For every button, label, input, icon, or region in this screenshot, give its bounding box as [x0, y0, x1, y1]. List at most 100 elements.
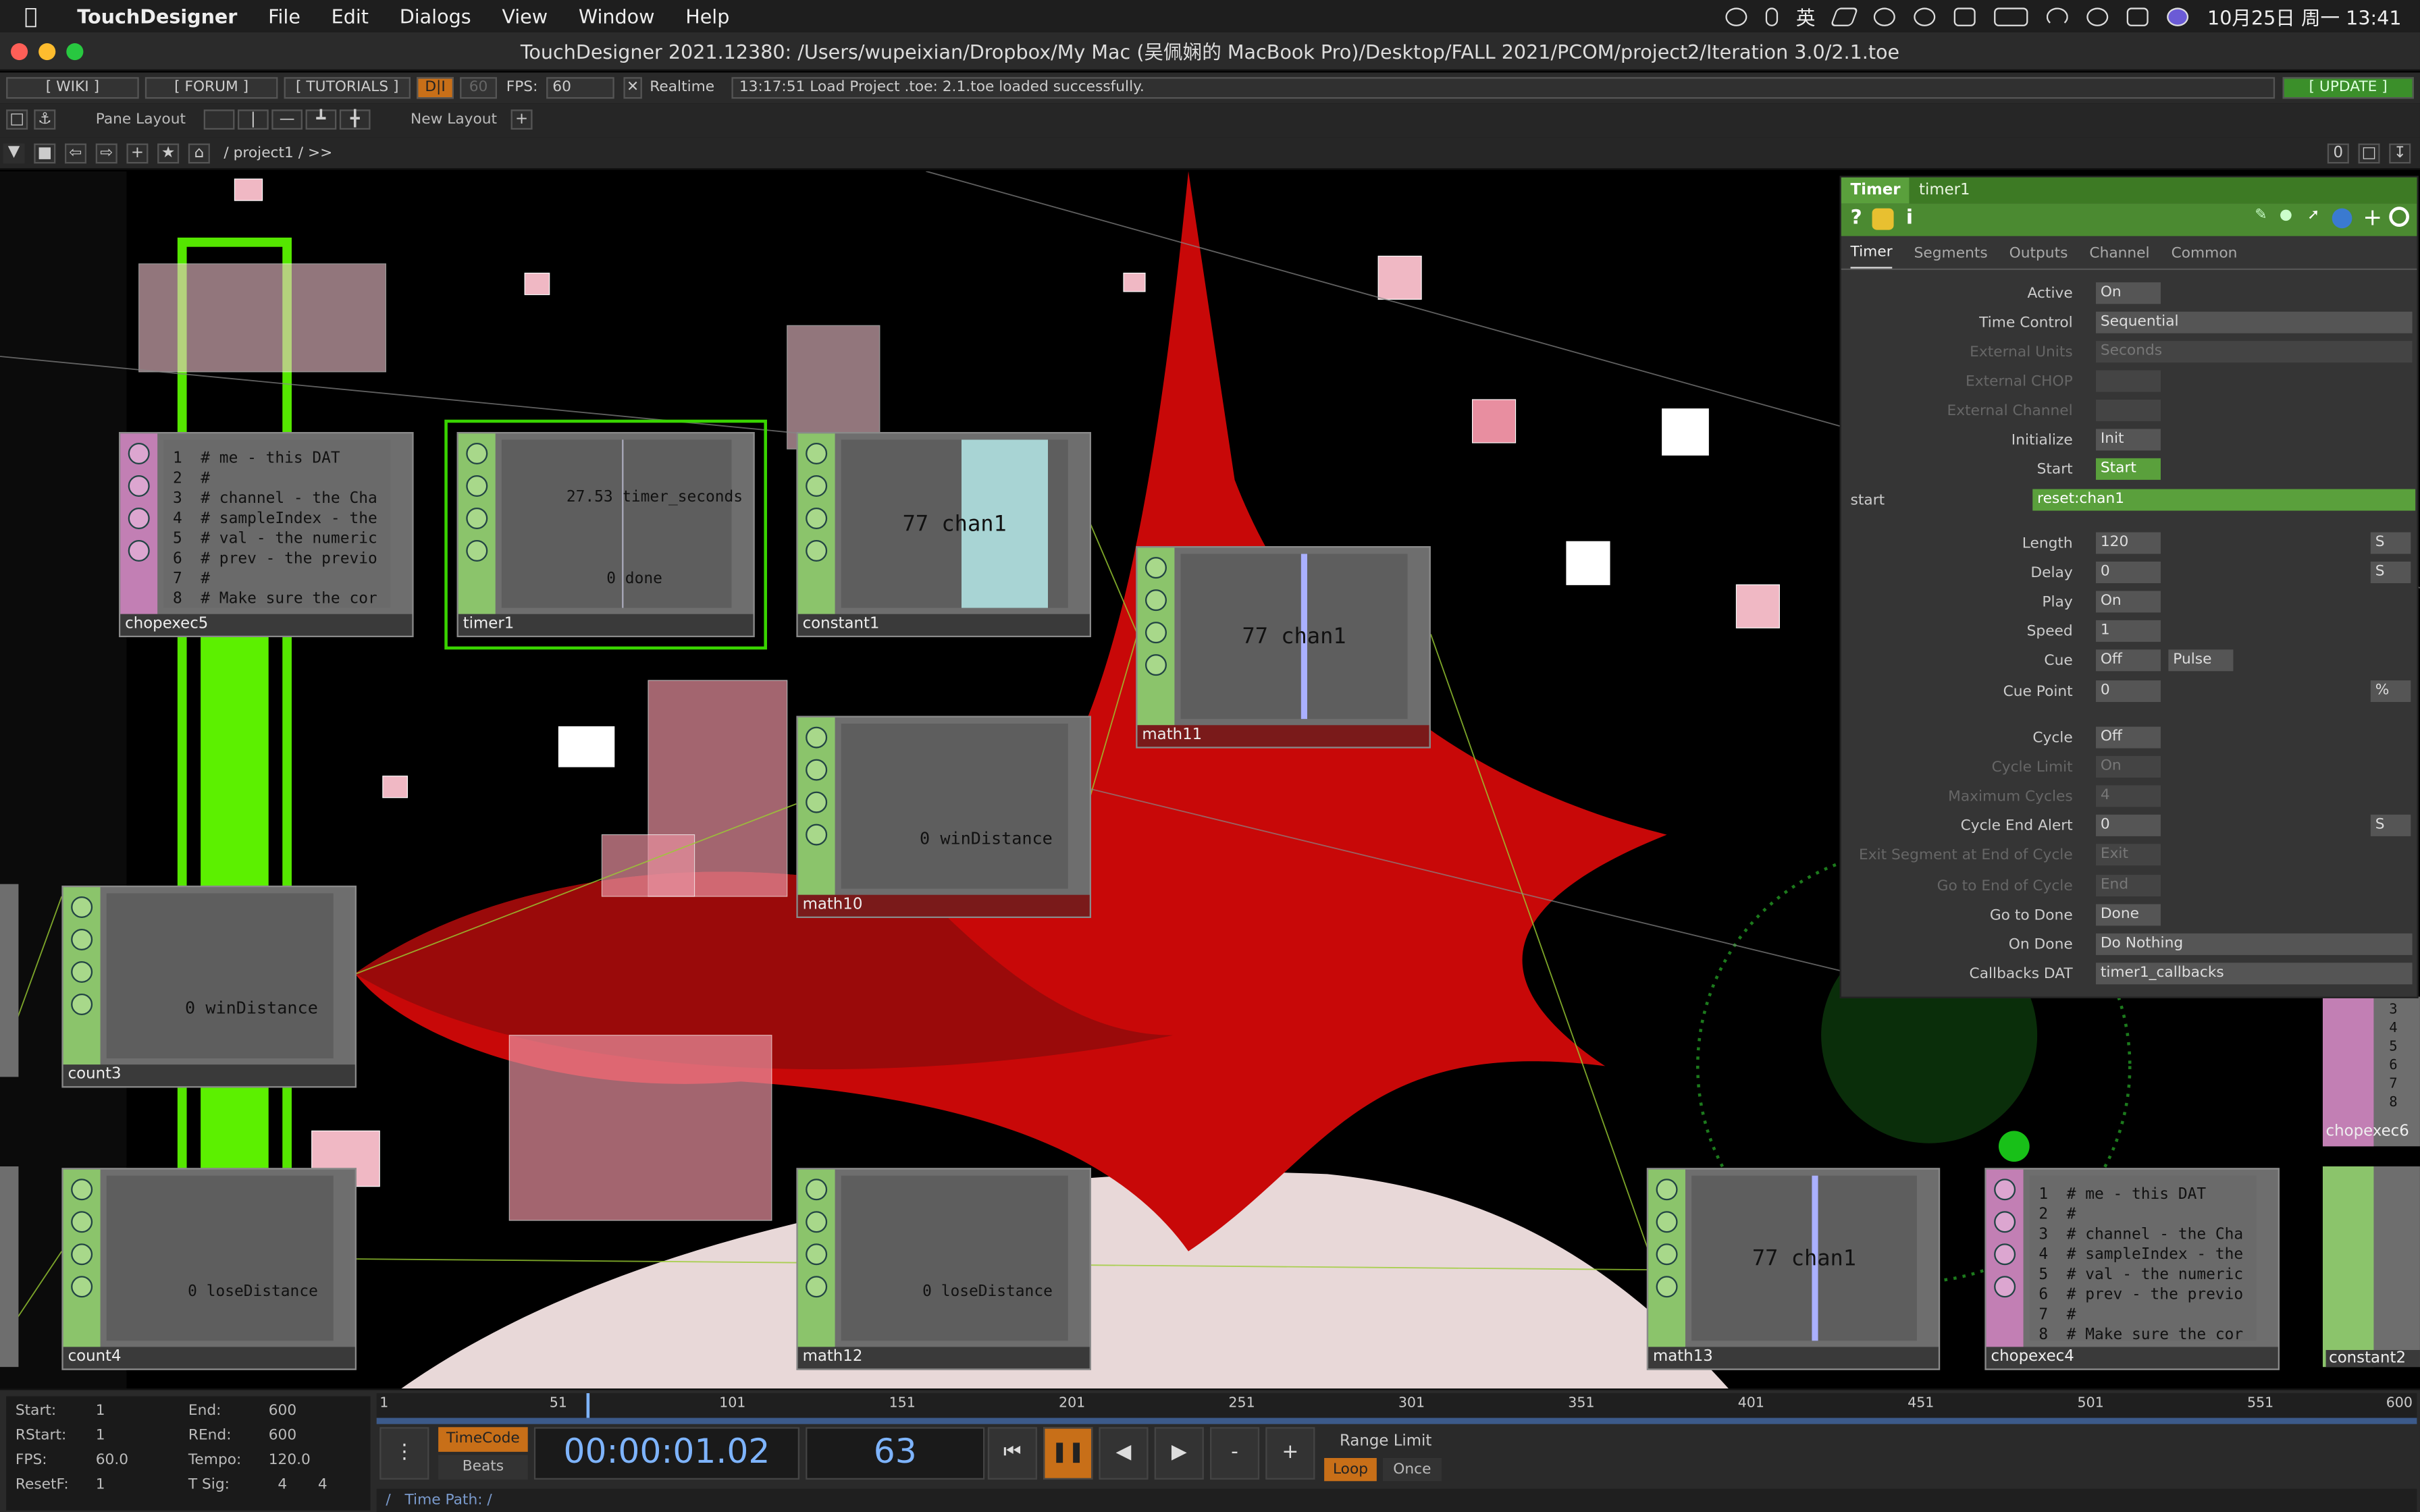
- plus-icon[interactable]: +: [1265, 1427, 1315, 1480]
- update-button[interactable]: [ UPDATE ]: [2282, 77, 2414, 99]
- viewer-icon[interactable]: [806, 1179, 828, 1201]
- layout-split-h-icon[interactable]: —: [271, 109, 302, 130]
- bypass-icon[interactable]: [466, 475, 488, 497]
- param-value[interactable]: On: [2095, 282, 2161, 304]
- menu-edit[interactable]: Edit: [316, 5, 384, 28]
- lock-icon[interactable]: [806, 1276, 828, 1298]
- param-value[interactable]: Init: [2095, 429, 2161, 451]
- param-value[interactable]: On: [2095, 755, 2161, 778]
- end-value[interactable]: 600: [269, 1403, 296, 1420]
- param-value[interactable]: Do Nothing: [2095, 933, 2413, 955]
- wifi-icon[interactable]: [2047, 7, 2069, 26]
- node-label[interactable]: timer1: [458, 614, 754, 636]
- arrow-icon[interactable]: [71, 1243, 93, 1266]
- bypass-icon[interactable]: [806, 759, 828, 781]
- viewer-icon[interactable]: [71, 1179, 93, 1201]
- layout-quad-icon[interactable]: ╋: [339, 109, 371, 130]
- menu-help[interactable]: Help: [670, 5, 745, 28]
- param-value[interactable]: 1: [2095, 620, 2161, 642]
- timeline-menu-button[interactable]: ⋮: [379, 1427, 429, 1480]
- timecode-button[interactable]: TimeCode: [438, 1427, 528, 1452]
- input-method-indicator[interactable]: 英: [1796, 1, 1816, 30]
- rewind-icon[interactable]: ⏮: [987, 1427, 1037, 1480]
- wiki-button[interactable]: [ WIKI ]: [6, 77, 139, 99]
- tutorials-button[interactable]: [ TUTORIALS ]: [284, 77, 411, 99]
- once-button[interactable]: Once: [1382, 1457, 1442, 1482]
- param-value[interactable]: timer1_callbacks: [2095, 963, 2413, 985]
- range-bar[interactable]: [376, 1418, 2417, 1424]
- tempo-value[interactable]: 120.0: [269, 1452, 311, 1469]
- node-chopexec5[interactable]: 1 # me - this DAT 2 # 3 # channel - the …: [118, 431, 414, 637]
- op-name[interactable]: timer1: [1910, 177, 2417, 204]
- lock-icon[interactable]: [466, 539, 488, 562]
- layout-single-icon[interactable]: [203, 109, 235, 130]
- bypass-icon[interactable]: [806, 1211, 828, 1233]
- arrow-icon[interactable]: [1994, 1243, 2016, 1266]
- node-count4[interactable]: 0 loseDistance count4: [61, 1168, 357, 1370]
- forum-button[interactable]: [ FORUM ]: [144, 77, 278, 99]
- node-label[interactable]: count4: [63, 1347, 355, 1369]
- bypass-icon[interactable]: [1994, 1211, 2016, 1233]
- menu-window[interactable]: Window: [563, 5, 670, 28]
- arrow-icon[interactable]: [806, 1243, 828, 1266]
- edit-icon[interactable]: ✎: [2255, 207, 2267, 223]
- arrow-icon[interactable]: [1656, 1243, 1678, 1266]
- node-constant2-label[interactable]: constant2: [2325, 1349, 2420, 1368]
- unit-menu[interactable]: %: [2370, 680, 2411, 702]
- param-value[interactable]: Sequential: [2095, 311, 2413, 333]
- arrow-icon[interactable]: [806, 507, 828, 529]
- pause-icon[interactable]: ❚❚: [1043, 1427, 1093, 1480]
- python-icon[interactable]: [2332, 208, 2352, 229]
- forward-icon[interactable]: ⇨: [95, 143, 117, 164]
- fps-value[interactable]: 60.0: [96, 1452, 128, 1469]
- viewer-icon[interactable]: [806, 726, 828, 749]
- info-icon[interactable]: i: [1906, 207, 1913, 230]
- battery-icon[interactable]: [1994, 7, 2028, 26]
- node-chopexec4[interactable]: 1 # me - this DAT 2 # 3 # channel - the …: [1984, 1168, 2280, 1370]
- tsig-b[interactable]: 4: [318, 1476, 327, 1493]
- anchor-icon[interactable]: ⚓: [34, 109, 56, 130]
- node-label[interactable]: chopexec4: [1986, 1347, 2278, 1369]
- viewer-icon[interactable]: [806, 442, 828, 464]
- arrow-icon[interactable]: [71, 961, 93, 983]
- param-value[interactable]: 4: [2095, 785, 2161, 807]
- stop-icon[interactable]: ■: [34, 143, 56, 164]
- network-path[interactable]: / project1 / >>: [223, 145, 332, 162]
- realtime-checkbox[interactable]: ✕: [623, 77, 642, 99]
- target-icon[interactable]: [2389, 207, 2409, 227]
- lock-icon[interactable]: [1145, 654, 1167, 676]
- bypass-icon[interactable]: [71, 928, 93, 950]
- tab-channel[interactable]: Channel: [2089, 245, 2149, 268]
- tab-timer[interactable]: Timer: [1850, 244, 1893, 269]
- send-icon[interactable]: [1830, 7, 1859, 26]
- menu-file[interactable]: File: [253, 5, 316, 28]
- tab-common[interactable]: Common: [2172, 245, 2238, 268]
- node-chopexec6-label[interactable]: chopexec6: [2326, 1123, 2409, 1140]
- param-value[interactable]: Off: [2095, 726, 2161, 749]
- play-forward-icon[interactable]: ▶: [1154, 1427, 1204, 1480]
- node-label[interactable]: constant1: [797, 614, 1090, 636]
- param-value[interactable]: Done: [2095, 904, 2161, 926]
- s-app-icon[interactable]: [1954, 7, 1976, 26]
- star-icon[interactable]: ★: [157, 143, 180, 164]
- param-value[interactable]: Start: [2095, 458, 2161, 480]
- tsig-a[interactable]: 4: [278, 1476, 287, 1493]
- resetf-value[interactable]: 1: [96, 1476, 105, 1493]
- node-math10[interactable]: 0 winDistance math10: [796, 716, 1091, 918]
- viewer-icon[interactable]: [466, 442, 488, 464]
- bypass-icon[interactable]: [806, 475, 828, 497]
- siri-icon[interactable]: [2167, 7, 2189, 26]
- loop-button[interactable]: Loop: [1324, 1457, 1377, 1482]
- lock-icon[interactable]: [128, 539, 150, 562]
- lock-icon[interactable]: [806, 824, 828, 846]
- rstart-value[interactable]: 1: [96, 1427, 105, 1444]
- node-label[interactable]: math10: [797, 894, 1090, 917]
- arrow-icon[interactable]: [128, 507, 150, 529]
- home-icon[interactable]: ⌂: [188, 143, 210, 164]
- param-value[interactable]: On: [2095, 591, 2161, 613]
- node-math12[interactable]: 0 loseDistance math12: [796, 1168, 1091, 1370]
- timecode-display[interactable]: 00:00:01.02: [533, 1427, 799, 1480]
- node-label[interactable]: math12: [797, 1347, 1090, 1369]
- rend-value[interactable]: 600: [269, 1427, 296, 1444]
- help-icon[interactable]: ?: [1851, 207, 1862, 230]
